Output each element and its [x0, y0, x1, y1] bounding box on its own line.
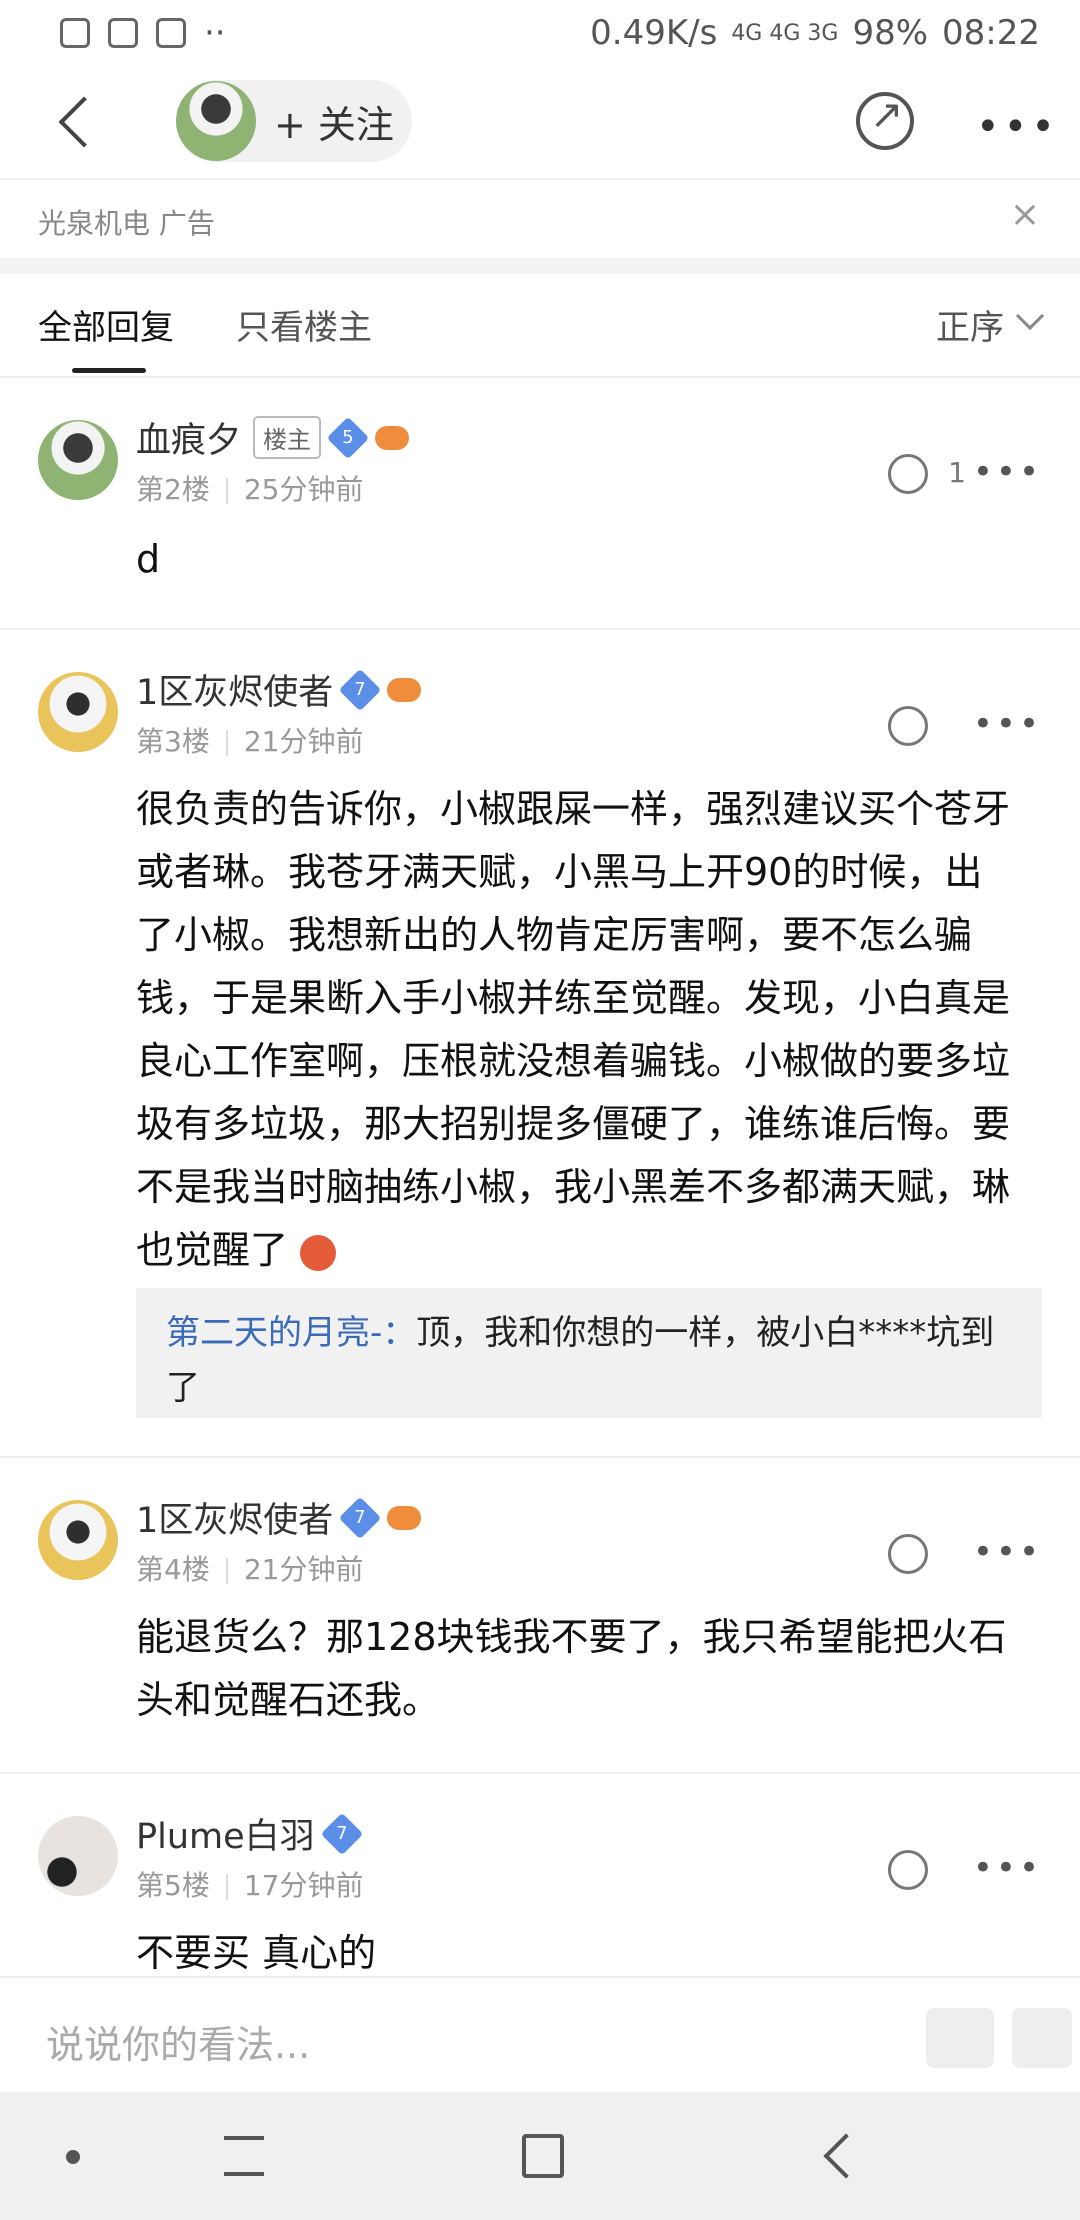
game-icon — [387, 677, 422, 702]
list-item: 1区灰烬使者 7 第4楼 21分钟前 ••• 能退货么？那128块钱我不要了，我只… — [0, 1458, 1080, 1774]
nav-dot-icon[interactable] — [66, 2150, 80, 2164]
more-icon[interactable]: ••• — [973, 452, 1042, 492]
like-count: 1 — [948, 456, 966, 489]
more-icon[interactable]: ••• — [976, 104, 1059, 150]
level-number: 7 — [354, 678, 367, 700]
avatar[interactable] — [38, 420, 118, 500]
close-icon[interactable]: × — [1010, 194, 1040, 235]
top-bar: + 关注 ••• — [0, 66, 1080, 178]
floor-number: 第2楼 — [136, 473, 210, 506]
user-row: Plume白羽 7 — [136, 1808, 363, 1859]
tab-bar: 全部回复 只看楼主 正序 — [0, 274, 1080, 378]
sticker-icon[interactable] — [1012, 2008, 1072, 2068]
post-time: 21分钟前 — [243, 725, 364, 758]
level-badge: 7 — [320, 1812, 363, 1855]
avatar[interactable] — [38, 1816, 118, 1896]
tab-all-replies[interactable]: 全部回复 — [38, 300, 174, 349]
recent-apps-icon[interactable] — [224, 2136, 264, 2176]
share-icon[interactable] — [856, 92, 914, 150]
ad-banner: 光泉机电 广告 × — [0, 178, 1080, 258]
post-content: d — [136, 537, 161, 581]
back-icon[interactable] — [823, 2133, 869, 2179]
bag-icon — [156, 18, 186, 48]
post-meta: 第4楼 21分钟前 — [136, 1548, 363, 1588]
post-meta: 第5楼 17分钟前 — [136, 1864, 363, 1904]
battery-level: 98% — [852, 13, 929, 53]
sticker-icon[interactable] — [926, 2008, 994, 2068]
level-number: 7 — [354, 1506, 367, 1528]
game-icon — [375, 425, 410, 450]
more-icon[interactable]: ••• — [973, 1848, 1042, 1888]
clock: 08:22 — [942, 13, 1040, 53]
more-icon[interactable]: ••• — [973, 1532, 1042, 1572]
like-icon[interactable] — [888, 1850, 928, 1890]
like-icon[interactable] — [888, 706, 928, 746]
list-item: 血痕夕 楼主 5 第2楼 25分钟前 1 ••• d — [0, 378, 1080, 630]
sort-button[interactable]: 正序 — [936, 300, 1004, 349]
comment-input[interactable]: 说说你的看法... — [46, 2014, 310, 2069]
username[interactable]: 1区灰烬使者 — [136, 664, 333, 715]
post-content: 很负责的告诉你，小椒跟屎一样，强烈建议买个苍牙或者琳。我苍牙满天赋，小黑马上开9… — [136, 778, 1016, 1282]
avatar — [176, 81, 256, 161]
list-item: Plume白羽 7 第5楼 17分钟前 ••• 不要买 真心的 — [0, 1774, 1080, 1976]
post-time: 25分钟前 — [243, 473, 364, 506]
level-badge: 5 — [326, 416, 370, 459]
post-time: 17分钟前 — [243, 1869, 364, 1902]
like-icon[interactable] — [888, 454, 928, 494]
network-type: 4G 4G 3G — [731, 20, 839, 46]
post-time: 21分钟前 — [243, 1553, 364, 1586]
post-meta: 第2楼 25分钟前 — [136, 468, 363, 508]
chevron-down-icon[interactable] — [1015, 301, 1045, 331]
angry-emoji-icon — [300, 1234, 337, 1271]
back-icon[interactable] — [56, 94, 96, 150]
post-meta: 第3楼 21分钟前 — [136, 720, 363, 760]
username[interactable]: 血痕夕 — [136, 412, 241, 463]
comment-bar: 说说你的看法... — [0, 1976, 1080, 2092]
dots-icon: ·· — [204, 13, 226, 53]
grid-icon — [108, 18, 138, 48]
list-item: 1区灰烬使者 7 第3楼 21分钟前 ••• 很负责的告诉你，小椒跟屎一样，强烈建… — [0, 630, 1080, 1458]
username[interactable]: 1区灰烬使者 — [136, 1492, 333, 1543]
timer-icon — [60, 18, 90, 48]
user-row: 1区灰烬使者 7 — [136, 664, 422, 715]
divider — [0, 258, 1080, 274]
post-text: 很负责的告诉你，小椒跟屎一样，强烈建议买个苍牙或者琳。我苍牙满天赋，小黑马上开9… — [136, 787, 1011, 1272]
op-badge: 楼主 — [253, 416, 322, 459]
avatar[interactable] — [38, 1500, 118, 1580]
level-number: 5 — [342, 426, 354, 448]
username[interactable]: Plume白羽 — [136, 1808, 315, 1859]
like-icon[interactable] — [888, 1534, 928, 1574]
tab-op-only[interactable]: 只看楼主 — [236, 300, 372, 349]
floor-number: 第5楼 — [136, 1869, 210, 1902]
follow-label: + 关注 — [274, 102, 394, 147]
game-icon — [387, 1505, 422, 1530]
level-number: 7 — [335, 1822, 348, 1844]
level-badge: 7 — [339, 668, 382, 711]
system-nav-bar — [0, 2092, 1080, 2220]
more-icon[interactable]: ••• — [973, 704, 1042, 744]
follow-button[interactable]: + 关注 — [176, 80, 412, 162]
reply-preview[interactable]: 第二天的月亮-：顶，我和你想的一样，被小白****坑到了 — [136, 1288, 1042, 1418]
ad-text: 光泉机电 广告 — [38, 207, 215, 240]
user-row: 血痕夕 楼主 5 — [136, 412, 410, 463]
floor-number: 第4楼 — [136, 1553, 210, 1586]
post-content: 能退货么？那128块钱我不要了，我只希望能把火石头和觉醒石还我。 — [136, 1615, 1007, 1722]
tab-indicator — [72, 368, 146, 373]
status-bar: ·· 0.49K/s 4G 4G 3G 98% 08:22 — [0, 0, 1080, 66]
avatar[interactable] — [38, 672, 118, 752]
user-row: 1区灰烬使者 7 — [136, 1492, 422, 1543]
home-icon[interactable] — [522, 2134, 564, 2178]
network-speed: 0.49K/s — [590, 13, 718, 53]
reply-author[interactable]: 第二天的月亮-： — [166, 1313, 416, 1353]
floor-number: 第3楼 — [136, 725, 210, 758]
level-badge: 7 — [339, 1496, 382, 1539]
